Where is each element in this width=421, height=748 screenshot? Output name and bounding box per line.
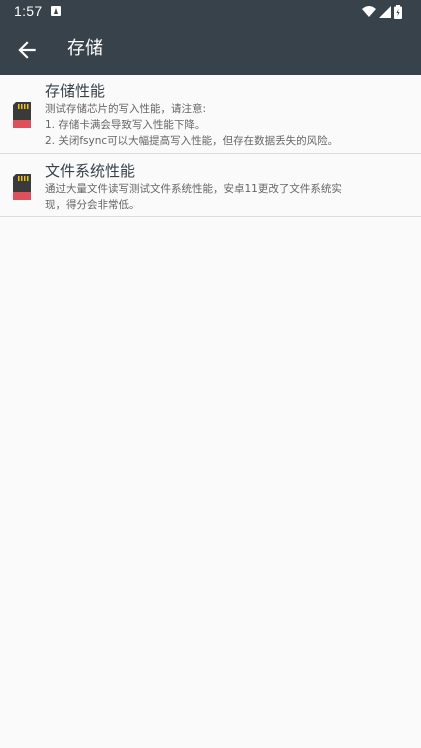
item-desc-line: 通过大量文件读写测试文件系统性能，安卓11更改了文件系统实 xyxy=(45,183,342,195)
notification-a-icon xyxy=(51,6,61,16)
list-item-storage-performance[interactable]: 存储性能 测试存储芯片的写入性能，请注意: 1. 存储卡满会导致写入性能下降。 … xyxy=(0,75,421,154)
arrow-back-icon[interactable] xyxy=(14,37,40,63)
page-title: 存储 xyxy=(67,38,103,59)
item-desc-line: 现，得分会非常低。 xyxy=(45,199,140,211)
status-time: 1:57 xyxy=(14,3,43,19)
settings-list: 存储性能 测试存储芯片的写入性能，请注意: 1. 存储卡满会导致写入性能下降。 … xyxy=(0,75,421,217)
sd-card-icon xyxy=(13,174,31,200)
item-desc-line: 1. 存储卡满会导致写入性能下降。 xyxy=(45,119,206,131)
sd-card-icon xyxy=(13,102,31,128)
system-status-icons xyxy=(362,5,402,19)
wifi-icon xyxy=(362,6,376,17)
item-desc-line: 2. 关闭fsync可以大幅提高写入性能，但存在数据丢失的风险。 xyxy=(45,135,339,147)
list-item-filesystem-performance[interactable]: 文件系统性能 通过大量文件读写测试文件系统性能，安卓11更改了文件系统实 现，得… xyxy=(0,154,421,217)
item-title: 存储性能 xyxy=(45,82,106,100)
item-title: 文件系统性能 xyxy=(45,162,136,180)
battery-icon xyxy=(394,5,402,19)
status-bar: 1:57 xyxy=(0,0,421,24)
item-desc-line: 测试存储芯片的写入性能，请注意: xyxy=(45,103,207,115)
app-toolbar: 存储 xyxy=(0,24,421,75)
signal-icon xyxy=(379,6,391,18)
